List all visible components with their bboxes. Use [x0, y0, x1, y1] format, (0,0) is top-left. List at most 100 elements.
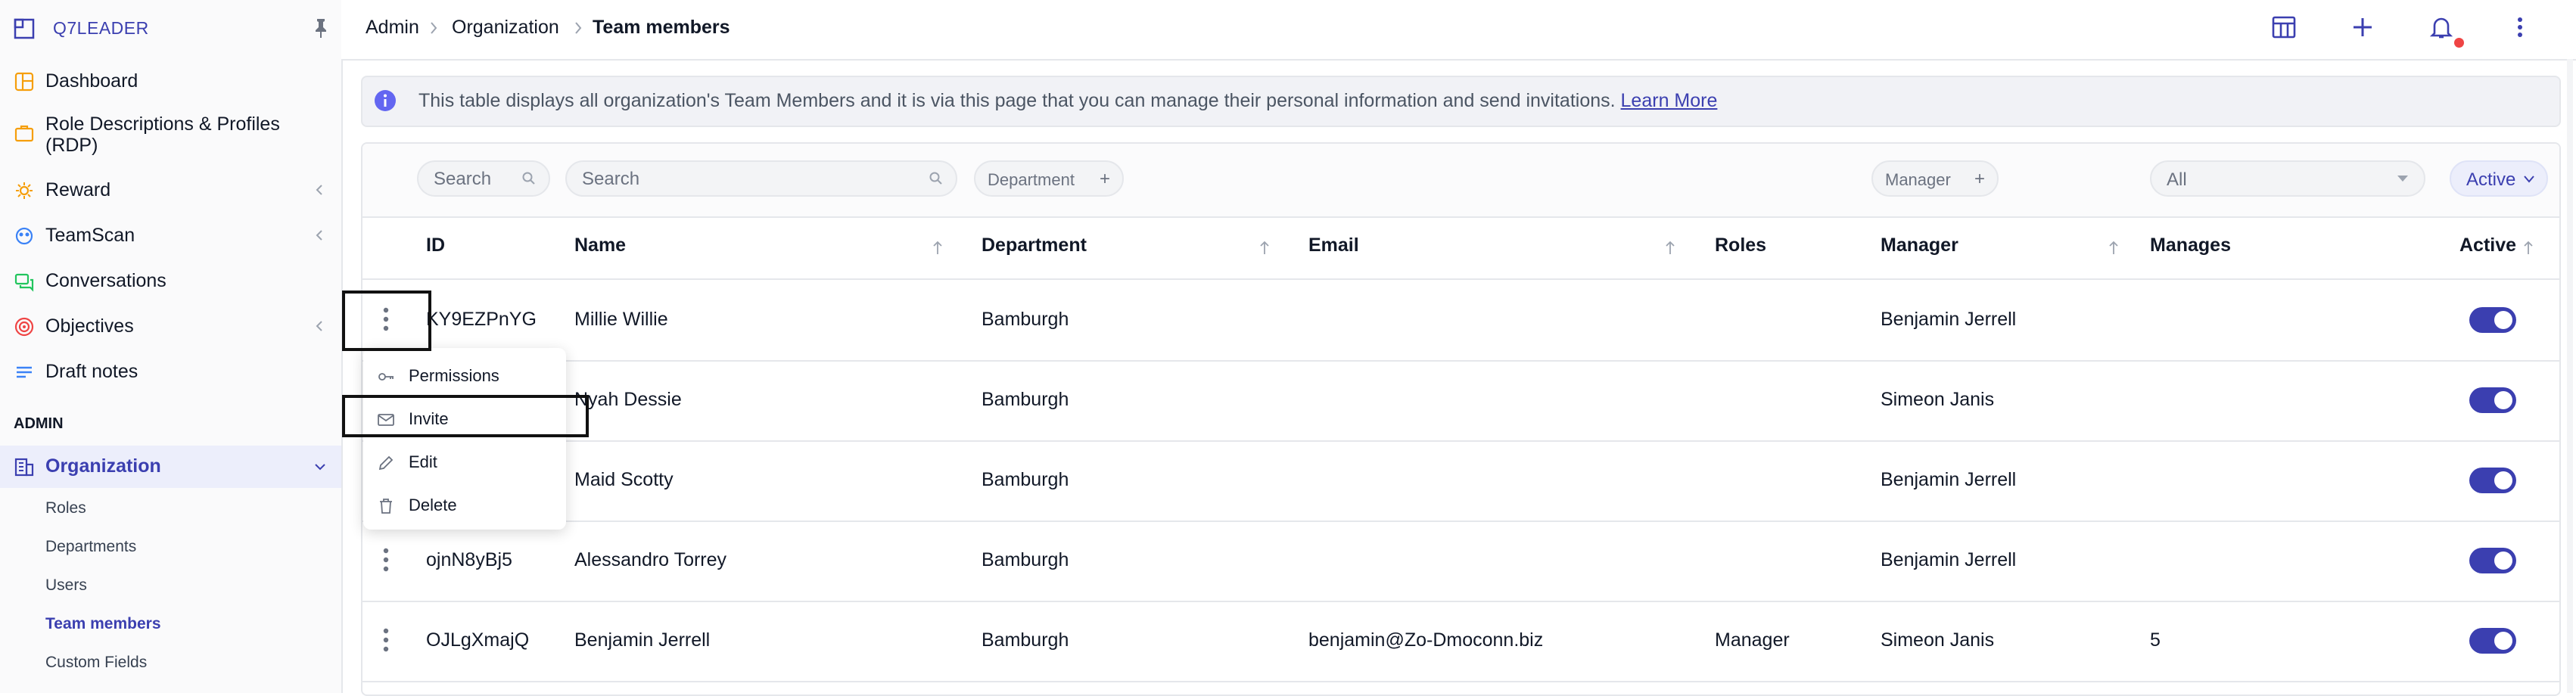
reward-icon — [16, 182, 33, 199]
search-icon — [929, 172, 942, 185]
sidebar-item-label: Role Descriptions & Profiles (RDP) — [45, 113, 280, 156]
id-search-field[interactable] — [417, 160, 670, 197]
menu-item-delete[interactable]: Delete — [363, 485, 566, 527]
cell-manages: 5 — [2150, 629, 2161, 651]
cell-manager: Benjamin Jerrell — [1881, 549, 2017, 570]
info-banner-text: This table displays all organization's T… — [418, 90, 1717, 112]
chevron-down-icon — [2397, 176, 2408, 182]
learn-more-link[interactable]: Learn More — [1621, 90, 1718, 111]
pin-icon[interactable] — [310, 17, 331, 39]
sidebar-item-label: Organization — [45, 455, 161, 477]
sidebar-item-objectives[interactable]: Objectives — [14, 315, 331, 337]
row-actions-kebab-icon[interactable] — [382, 545, 390, 575]
column-header-manager[interactable]: Manager — [1881, 235, 1958, 256]
search-icon — [522, 172, 535, 185]
sidebar-item-label: Conversations — [45, 270, 166, 291]
building-icon — [14, 458, 34, 477]
cell-id: OJLgXmajQ — [426, 629, 530, 651]
sidebar-item-dashboard[interactable]: Dashboard — [14, 70, 331, 92]
sidebar-item-organization[interactable]: Organization — [0, 446, 341, 488]
row-actions-menu: Permissions Invite Edit Delete — [363, 348, 566, 530]
manages-filter-select[interactable]: All — [2150, 160, 2425, 197]
cell-department: Bamburgh — [982, 469, 1069, 490]
name-search-input[interactable] — [580, 162, 818, 197]
vertical-scrollbar[interactable] — [2567, 59, 2573, 693]
menu-item-edit[interactable]: Edit — [363, 442, 566, 484]
chevron-left-icon — [316, 185, 322, 195]
sort-arrow-icon[interactable] — [2522, 239, 2534, 257]
column-header-email[interactable]: Email — [1308, 235, 1359, 256]
column-header-manages[interactable]: Manages — [2150, 235, 2231, 256]
sidebar-item-teamscan[interactable]: TeamScan — [14, 224, 331, 247]
cell-name: Maid Scotty — [574, 469, 674, 490]
menu-item-invite[interactable]: Invite — [363, 399, 566, 441]
column-header-name[interactable]: Name — [574, 235, 626, 256]
dashboard-icon — [14, 72, 34, 92]
bell-icon[interactable] — [2428, 14, 2455, 41]
active-toggle[interactable] — [2469, 548, 2516, 573]
brand-row: Q7LEADER — [14, 15, 331, 42]
sidebar-item-draft-notes[interactable]: Draft notes — [14, 360, 331, 383]
plus-icon: + — [1099, 169, 1110, 189]
active-toggle[interactable] — [2469, 628, 2516, 654]
cell-email: benjamin@Zo-Dmoconn.biz — [1308, 629, 1544, 651]
row-actions-kebab-icon[interactable] — [382, 304, 390, 334]
active-toggle[interactable] — [2469, 468, 2516, 493]
sidebar-item-label: Dashboard — [45, 70, 138, 92]
sidebar-item-reward[interactable]: Reward — [14, 179, 331, 201]
sidebar-subitem-departments[interactable]: Departments — [45, 538, 136, 556]
sidebar-subitem-team-members[interactable]: Team members — [45, 615, 161, 633]
more-vertical-icon[interactable] — [2506, 14, 2534, 41]
active-filter-select[interactable]: Active — [2450, 160, 2548, 197]
breadcrumb-organization[interactable]: Organization — [452, 17, 559, 39]
menu-item-label: Invite — [409, 409, 449, 428]
table-row: KY9EZPnYG Millie Willie Bamburgh Benjami… — [362, 280, 2559, 362]
info-banner: This table displays all organization's T… — [361, 76, 2561, 127]
active-toggle[interactable] — [2469, 387, 2516, 413]
table-row: Nyah Dessie Bamburgh Simeon Janis — [362, 360, 2559, 442]
department-filter-label: Department — [988, 170, 1075, 189]
row-actions-kebab-icon[interactable] — [382, 625, 390, 655]
active-toggle[interactable] — [2469, 307, 2516, 333]
brand-name: Q7LEADER — [53, 18, 149, 38]
cell-department: Bamburgh — [982, 389, 1069, 410]
target-icon — [14, 317, 34, 337]
manager-filter-label: Manager — [1885, 170, 1951, 189]
sidebar-item-label: Draft notes — [45, 361, 138, 382]
sidebar-item-conversations[interactable]: Conversations — [14, 269, 331, 292]
column-header-active[interactable]: Active — [2459, 235, 2516, 256]
sort-arrow-icon[interactable] — [1664, 239, 1676, 257]
top-header: Admin Organization Team members — [341, 0, 2576, 61]
notes-icon — [17, 366, 32, 378]
menu-item-label: Edit — [409, 452, 437, 471]
chevron-down-icon — [2524, 176, 2534, 183]
sidebar-subitem-custom-fields[interactable]: Custom Fields — [45, 654, 147, 672]
sidebar-item-rdp[interactable]: Role Descriptions & Profiles (RDP) — [14, 113, 331, 159]
column-header-roles[interactable]: Roles — [1715, 235, 1766, 256]
add-icon[interactable] — [2349, 14, 2376, 41]
column-header-department[interactable]: Department — [982, 235, 1087, 256]
manager-filter-chip[interactable]: Manager + — [1871, 160, 1999, 197]
sort-arrow-icon[interactable] — [1258, 239, 1271, 257]
cell-manager: Simeon Janis — [1881, 629, 1995, 651]
notification-dot — [2454, 38, 2464, 48]
chevron-down-icon — [315, 464, 325, 471]
sidebar-subitem-users[interactable]: Users — [45, 576, 87, 595]
column-header-id[interactable]: ID — [426, 235, 445, 256]
breadcrumb-admin[interactable]: Admin — [366, 17, 419, 39]
sidebar-subitem-roles[interactable]: Roles — [45, 499, 86, 517]
name-search-field[interactable] — [565, 160, 957, 197]
cell-manager: Simeon Janis — [1881, 389, 1995, 410]
cell-department: Bamburgh — [982, 629, 1069, 651]
sort-arrow-icon[interactable] — [932, 239, 944, 257]
pencil-icon — [378, 455, 394, 471]
chat-icon — [14, 273, 34, 292]
filter-row: Department + Manager + All Active — [362, 144, 2559, 218]
cell-name: Benjamin Jerrell — [574, 629, 711, 651]
chevron-right-icon — [575, 22, 582, 34]
table-layout-icon[interactable] — [2270, 14, 2298, 41]
table-row: Maid Scotty Bamburgh Benjamin Jerrell — [362, 440, 2559, 522]
department-filter-chip[interactable]: Department + — [974, 160, 1124, 197]
menu-item-permissions[interactable]: Permissions — [363, 356, 566, 398]
sort-arrow-icon[interactable] — [2108, 239, 2120, 257]
